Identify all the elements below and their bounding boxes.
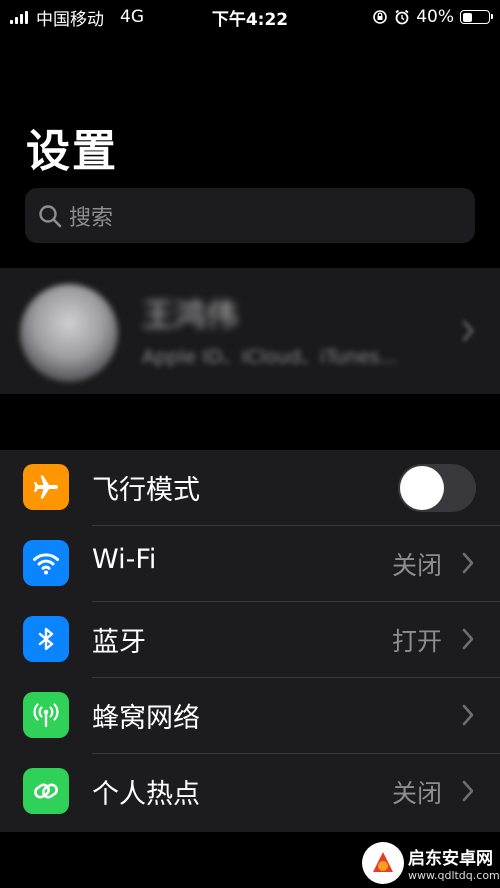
- toggle-knob: [400, 466, 444, 510]
- avatar: [20, 284, 118, 382]
- alarm-clock-icon: [394, 9, 410, 25]
- bluetooth-icon: [23, 616, 69, 662]
- chevron-right-icon: [462, 704, 474, 726]
- settings-row-cellular[interactable]: 蜂窝网络: [0, 678, 500, 754]
- chevron-right-icon: [462, 780, 474, 802]
- rotation-lock-icon: [372, 9, 388, 25]
- site-watermark: 启东安卓网 www.qdltdq.com: [362, 838, 500, 888]
- airplane-icon: [23, 464, 69, 510]
- apple-id-profile-row[interactable]: 王鸿伟 Apple ID、iCloud、iTunes...: [0, 268, 500, 394]
- settings-row-personal-hotspot[interactable]: 个人热点 关闭: [0, 754, 500, 830]
- battery-level-fill: [462, 12, 473, 22]
- settings-row-value: 关闭: [391, 551, 442, 580]
- settings-list: 飞行模式 Wi-Fi 关闭 蓝牙 打开 蜂窝网络 个人热点 关闭: [0, 450, 500, 832]
- status-bar: 中国移动 4G 下午4:22 40%: [0, 0, 500, 34]
- wifi-icon: [23, 540, 69, 586]
- watermark-logo-icon: [362, 842, 404, 884]
- settings-row-value: 打开: [391, 627, 442, 656]
- chevron-right-icon: [462, 628, 474, 650]
- search-field[interactable]: 搜索: [25, 188, 475, 243]
- settings-row-airplane-mode[interactable]: 飞行模式: [0, 450, 500, 526]
- page-title: 设置: [26, 126, 118, 177]
- settings-row-label: 蓝牙: [92, 627, 146, 658]
- hotspot-link-icon: [23, 768, 69, 814]
- carrier-name: 中国移动: [36, 9, 104, 30]
- chevron-right-icon: [462, 320, 474, 342]
- settings-row-label: 飞行模式: [92, 475, 200, 506]
- battery-icon: [460, 10, 493, 24]
- cellular-antenna-icon: [23, 692, 69, 738]
- signal-strength-icon: [10, 10, 28, 24]
- settings-row-label: 个人热点: [92, 779, 200, 810]
- settings-row-value: 关闭: [391, 779, 442, 808]
- watermark-title: 启东安卓网: [408, 849, 493, 869]
- settings-row-wifi[interactable]: Wi-Fi 关闭: [0, 526, 500, 602]
- chevron-right-icon: [462, 552, 474, 574]
- settings-row-label: 蜂窝网络: [92, 703, 200, 734]
- airplane-mode-toggle[interactable]: [398, 464, 476, 512]
- profile-subtitle: Apple ID、iCloud、iTunes...: [142, 346, 398, 368]
- network-type: 4G: [120, 7, 144, 27]
- settings-row-bluetooth[interactable]: 蓝牙 打开: [0, 602, 500, 678]
- search-icon: [39, 204, 62, 227]
- battery-percent: 40%: [416, 7, 454, 27]
- settings-row-label: Wi-Fi: [92, 544, 157, 575]
- search-placeholder: 搜索: [69, 205, 114, 231]
- watermark-url: www.qdltdq.com: [408, 869, 500, 882]
- profile-name: 王鸿伟: [142, 296, 239, 334]
